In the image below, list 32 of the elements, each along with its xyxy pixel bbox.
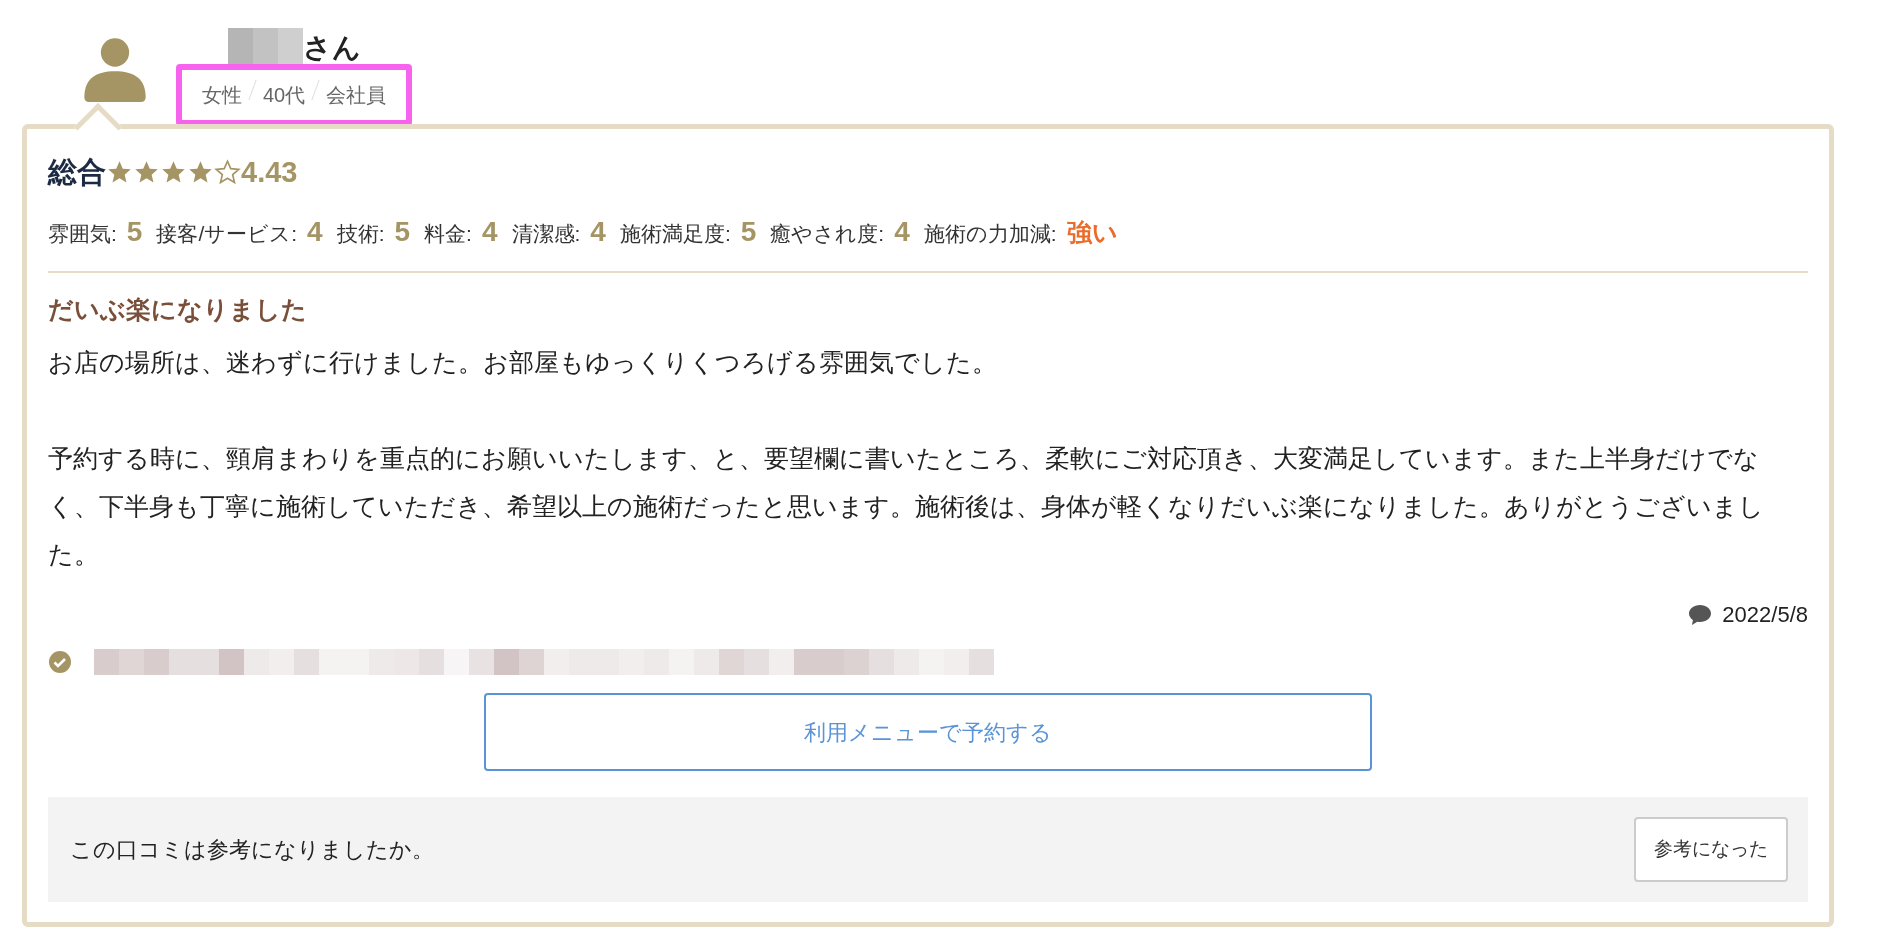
reviewer-attribute: 40代 xyxy=(263,83,306,108)
rating-value: 5 xyxy=(394,215,411,247)
helpful-button[interactable]: 参考になった xyxy=(1634,817,1788,882)
rating-label: 雰囲気: xyxy=(48,221,117,245)
rating-label: 癒やされ度: xyxy=(770,221,885,245)
overall-label: 総合 xyxy=(48,155,106,190)
reviewer-attribute: 女性 xyxy=(202,83,242,108)
speech-bubble-icon xyxy=(1688,603,1713,626)
feedback-question: この口コミは参考になりましたか。 xyxy=(70,835,434,864)
review-date: 2022/5/8 xyxy=(1722,601,1808,629)
rating-value: 4 xyxy=(590,215,606,247)
overall-score: 4.43 xyxy=(241,155,298,190)
empty-star-icon xyxy=(214,159,241,187)
rating-value: 4 xyxy=(307,215,323,247)
review-title: だいぶ楽になりました xyxy=(48,293,308,325)
rating-value: 5 xyxy=(126,215,143,247)
review-text: お店の場所は、迷わずに行けました。お部屋もゆっくりくつろげる雰囲気でした。 xyxy=(48,347,998,378)
rating-label: 施術の力加減: xyxy=(923,221,1057,245)
rating-value: 5 xyxy=(740,215,757,247)
reviewer-attribute: 会社員 xyxy=(326,83,387,108)
rating-value: 強い xyxy=(1066,217,1118,246)
rating-value: 4 xyxy=(894,215,910,247)
check-circle-icon xyxy=(48,650,72,674)
rating-label: 料金: xyxy=(424,221,472,245)
review-text: 予約する時に、頸肩まわりを重点的にお願いいたします、と、要望欄に書いたところ、柔軟にご対応頂き、大変満足しています。また上半身だけでなく、下半身も丁寧に施術していただき、希望以上の施術だったと思います。施術後は、身体が軽くなりだいぶ楽になりました。ありがとうございました。 xyxy=(48,443,1765,570)
rating-label: 清潔感: xyxy=(511,221,581,245)
rating-label: 技術: xyxy=(336,221,385,245)
user-avatar-icon xyxy=(82,36,148,102)
name-suffix: さん xyxy=(303,31,361,65)
rating-value: 4 xyxy=(481,215,498,247)
rating-label: 施術満足度: xyxy=(619,221,731,245)
rating-label: 接客/サービス: xyxy=(156,221,298,245)
